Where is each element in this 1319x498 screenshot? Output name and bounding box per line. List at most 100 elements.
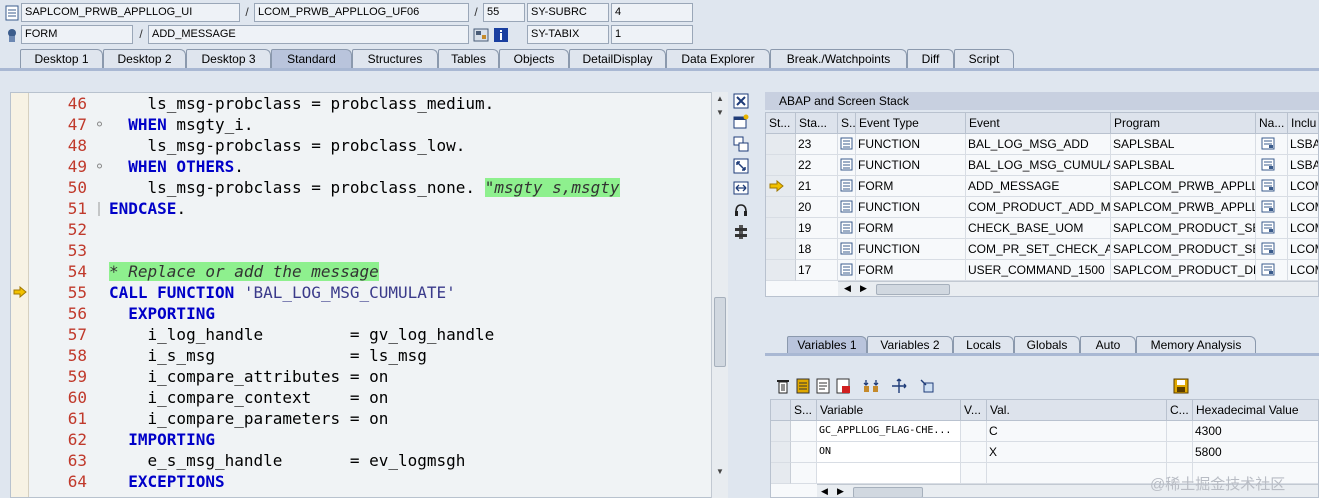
stack-cell-type[interactable]: FUNCTION [856,155,966,176]
stack-cell-include[interactable]: LCOM [1288,197,1318,218]
expand-icon[interactable] [863,378,879,394]
tab-locals[interactable]: Locals [953,336,1014,354]
tab-detail-display[interactable]: DetailDisplay [569,49,666,69]
stack-column-header[interactable]: S... [838,113,856,134]
code-line[interactable]: 60 i_compare_context = on [11,387,711,408]
stack-cell-include[interactable]: LSBA [1288,155,1318,176]
variable-cell-hex[interactable]: 5800 [1193,442,1318,463]
stack-cell-type[interactable]: FUNCTION [856,197,966,218]
stack-cell-event[interactable]: CHECK_BASE_UOM [966,218,1111,239]
code-line[interactable]: 53 [11,240,711,261]
insert-row-icon[interactable] [795,378,811,394]
tab-break-watchpoints[interactable]: Break./Watchpoints [770,49,907,69]
stack-cell-program[interactable]: SAPLSBAL [1111,134,1256,155]
info-icon[interactable] [493,27,509,43]
tab-tables[interactable]: Tables [438,49,499,69]
variable-column-header[interactable]: Val. [987,400,1167,421]
code-line[interactable]: 54 * Replace or add the message [11,261,711,282]
row-selector[interactable] [766,134,796,155]
stack-cell-level[interactable]: 21 [796,176,838,197]
code-line[interactable]: 48 ls_msg-probclass = probclass_low. [11,135,711,156]
stack-cell-include[interactable]: LCOM [1288,218,1318,239]
navigate-icon[interactable] [473,27,489,43]
row-selector[interactable] [766,155,796,176]
stack-cell-event[interactable]: BAL_LOG_MSG_CUMULA... [966,155,1111,176]
variable-cell-name[interactable]: GC_APPLLOG_FLAG-CHE... [817,421,961,442]
code-line[interactable]: 63 e_s_msg_handle = ev_logmsgh [11,450,711,471]
row-selector-header[interactable] [771,400,791,421]
row-selector[interactable] [771,421,791,442]
save-icon[interactable] [1173,378,1189,394]
stack-column-header[interactable]: Inclu [1288,113,1318,134]
stack-grid[interactable]: St...Sta...S...Event TypeEventProgramNa.… [765,112,1319,297]
scroll-right-arrow[interactable]: ▶ [860,283,867,294]
navigate-source-icon[interactable] [1256,176,1288,197]
row-selector[interactable] [766,218,796,239]
row-selector[interactable] [766,176,796,197]
code-line[interactable]: 55 CALL FUNCTION 'BAL_LOG_MSG_CUMULATE' [11,282,711,303]
headset-icon[interactable] [733,202,749,218]
delete-icon[interactable] [775,378,791,394]
stack-cell-event[interactable]: BAL_LOG_MSG_ADD [966,134,1111,155]
code-line[interactable]: 51 ENDCASE. [11,198,711,219]
code-line[interactable]: 50 ls_msg-probclass = probclass_none. "m… [11,177,711,198]
stack-cell-program[interactable]: SAPLCOM_PRODUCT_DE... [1111,260,1256,281]
debug-settings-icon[interactable] [733,224,749,240]
swap-icon[interactable] [733,180,749,196]
stack-cell-program[interactable]: SAPLCOM_PRWB_APPLL... [1111,197,1256,218]
stack-column-header[interactable]: Event Type [856,113,966,134]
variable-column-header[interactable]: Hexadecimal Value [1193,400,1318,421]
scroll-thumb[interactable] [876,284,950,295]
close-icon[interactable] [733,93,749,109]
row-selector[interactable] [766,197,796,218]
navigate-source-icon[interactable] [1256,218,1288,239]
fold-marker-icon[interactable] [97,118,102,132]
stack-cell-include[interactable]: LCOM [1288,176,1318,197]
stack-cell-level[interactable]: 19 [796,218,838,239]
stack-cell-level[interactable]: 18 [796,239,838,260]
tab-variables-2[interactable]: Variables 2 [867,336,953,354]
variable-cell-name[interactable]: ON [817,442,961,463]
code-line[interactable]: 49 WHEN OTHERS. [11,156,711,177]
tab-structures[interactable]: Structures [352,49,438,69]
stack-cell-level[interactable]: 17 [796,260,838,281]
stack-cell-event[interactable]: COM_PRODUCT_ADD_M... [966,197,1111,218]
variable-cell-value[interactable]: C [987,421,1167,442]
stack-column-header[interactable]: Event [966,113,1111,134]
fold-marker-icon[interactable] [97,202,102,216]
tab-auto[interactable]: Auto [1080,336,1136,354]
stack-cell-level[interactable]: 22 [796,155,838,176]
navigate-source-icon[interactable] [1256,197,1288,218]
details-icon[interactable] [815,378,831,394]
stack-cell-type[interactable]: FORM [856,218,966,239]
fold-marker-icon[interactable] [97,160,102,174]
stack-column-header[interactable]: St... [766,113,796,134]
scroll-left-arrow[interactable]: ◀ [844,283,851,294]
scroll-thumb[interactable] [853,487,923,497]
scroll-up-fast-arrow[interactable]: ▼ [715,109,725,117]
stack-cell-program[interactable]: SAPLSBAL [1111,155,1256,176]
stack-cell-level[interactable]: 23 [796,134,838,155]
code-line[interactable]: 46 ls_msg-probclass = probclass_medium. [11,93,711,114]
code-line[interactable]: 58 i_s_msg = ls_msg [11,345,711,366]
stack-cell-type[interactable]: FORM [856,260,966,281]
code-line[interactable]: 47 WHEN msgty_i. [11,114,711,135]
scroll-thumb[interactable] [714,297,726,367]
stack-cell-event[interactable]: ADD_MESSAGE [966,176,1111,197]
stack-column-header[interactable]: Na... [1256,113,1288,134]
variable-cell-name[interactable] [817,463,961,484]
stack-cell-program[interactable]: SAPLCOM_PRWB_APPLL... [1111,176,1256,197]
stack-cell-event[interactable]: USER_COMMAND_1500 [966,260,1111,281]
tab-memory-analysis[interactable]: Memory Analysis [1136,336,1256,354]
tab-desktop-1[interactable]: Desktop 1 [20,49,103,69]
tab-desktop-2[interactable]: Desktop 2 [103,49,186,69]
variable-column-header[interactable]: C... [1167,400,1193,421]
tab-variables-1[interactable]: Variables 1 [787,336,867,354]
select-icon[interactable] [919,378,935,394]
code-line[interactable]: 59 i_compare_attributes = on [11,366,711,387]
tab-script[interactable]: Script [954,49,1014,69]
variable-column-header[interactable]: V... [961,400,987,421]
tab-objects[interactable]: Objects [499,49,569,69]
tab-standard[interactable]: Standard [271,49,352,69]
stack-cell-include[interactable]: LCOM [1288,239,1318,260]
